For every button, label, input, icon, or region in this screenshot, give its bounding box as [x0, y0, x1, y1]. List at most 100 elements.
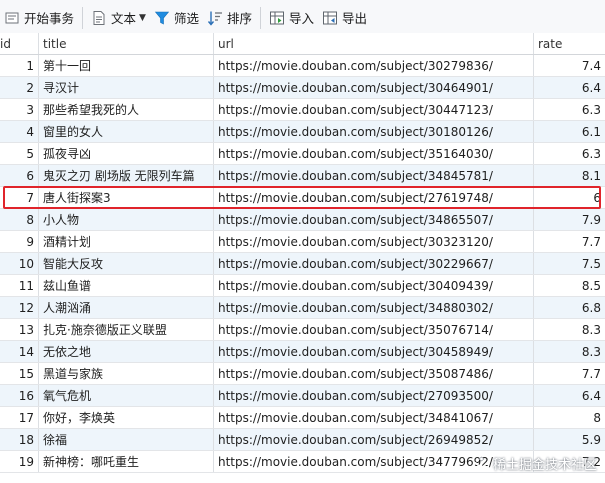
id-cell[interactable]: 11: [0, 275, 39, 296]
title-cell[interactable]: 兹山鱼谱: [39, 275, 214, 296]
table-row[interactable]: 5 孤夜寻凶 https://movie.douban.com/subject/35…: [0, 143, 605, 165]
title-cell[interactable]: 唐人街探案3: [39, 187, 214, 208]
id-cell[interactable]: 8: [0, 209, 39, 230]
rate-cell[interactable]: 6.3: [534, 99, 605, 120]
title-cell[interactable]: 徐福: [39, 429, 214, 450]
table-row[interactable]: 3 那些希望我死的人 https://movie.douban.com/subjec…: [0, 99, 605, 121]
table-row[interactable]: 6 鬼灭之刃 剧场版 无限列车篇 https://movie.douban.com/…: [0, 165, 605, 187]
rate-cell[interactable]: 8.1: [534, 165, 605, 186]
column-header-title[interactable]: title: [39, 33, 214, 54]
table-row[interactable]: 1 第十一回 https://movie.douban.com/subject/30…: [0, 55, 605, 77]
url-cell[interactable]: https://movie.douban.com/subject/2694985…: [214, 429, 534, 450]
title-cell[interactable]: 你好，李焕英: [39, 407, 214, 428]
rate-cell[interactable]: 5.9: [534, 429, 605, 450]
title-cell[interactable]: 智能大反攻: [39, 253, 214, 274]
id-cell[interactable]: 18: [0, 429, 39, 450]
rate-cell[interactable]: 7.7: [534, 363, 605, 384]
id-cell[interactable]: 4: [0, 121, 39, 142]
table-row[interactable]: 2 寻汉计 https://movie.douban.com/subject/304…: [0, 77, 605, 99]
begin-transaction-button[interactable]: 开始事务: [0, 5, 78, 31]
table-row[interactable]: 13 扎克·施奈德版正义联盟 https://movie.douban.com/su…: [0, 319, 605, 341]
url-cell[interactable]: https://movie.douban.com/subject/3027983…: [214, 55, 534, 76]
url-cell[interactable]: https://movie.douban.com/subject/3484578…: [214, 165, 534, 186]
title-cell[interactable]: 无依之地: [39, 341, 214, 362]
url-cell[interactable]: https://movie.douban.com/subject/3484106…: [214, 407, 534, 428]
id-cell[interactable]: 3: [0, 99, 39, 120]
title-cell[interactable]: 氧气危机: [39, 385, 214, 406]
filter-button[interactable]: 筛选: [150, 5, 203, 31]
rate-cell[interactable]: 7.4: [534, 55, 605, 76]
id-cell[interactable]: 6: [0, 165, 39, 186]
table-row[interactable]: 11 兹山鱼谱 https://movie.douban.com/subject/3…: [0, 275, 605, 297]
sort-button[interactable]: 排序: [203, 5, 256, 31]
id-cell[interactable]: 15: [0, 363, 39, 384]
table-row[interactable]: 10 智能大反攻 https://movie.douban.com/subject/…: [0, 253, 605, 275]
id-cell[interactable]: 19: [0, 451, 39, 472]
url-cell[interactable]: https://movie.douban.com/subject/3507671…: [214, 319, 534, 340]
title-cell[interactable]: 扎克·施奈德版正义联盟: [39, 319, 214, 340]
text-button[interactable]: 文本 ▼: [87, 5, 150, 31]
id-cell[interactable]: 2: [0, 77, 39, 98]
title-cell[interactable]: 小人物: [39, 209, 214, 230]
title-cell[interactable]: 人潮汹涌: [39, 297, 214, 318]
rate-cell[interactable]: 8.5: [534, 275, 605, 296]
rate-cell[interactable]: 6.4: [534, 385, 605, 406]
url-cell[interactable]: https://movie.douban.com/subject/3040943…: [214, 275, 534, 296]
table-row[interactable]: 4 窗里的女人 https://movie.douban.com/subject/3…: [0, 121, 605, 143]
rate-cell[interactable]: 8: [534, 407, 605, 428]
rate-cell[interactable]: 7.9: [534, 209, 605, 230]
url-cell[interactable]: https://movie.douban.com/subject/3486550…: [214, 209, 534, 230]
rate-cell[interactable]: 8.3: [534, 341, 605, 362]
id-cell[interactable]: 5: [0, 143, 39, 164]
url-cell[interactable]: https://movie.douban.com/subject/3045894…: [214, 341, 534, 362]
table-row[interactable]: 8 小人物 https://movie.douban.com/subject/348…: [0, 209, 605, 231]
rate-cell[interactable]: 6.1: [534, 121, 605, 142]
table-row[interactable]: 12 人潮汹涌 https://movie.douban.com/subject/3…: [0, 297, 605, 319]
rate-cell[interactable]: 8.3: [534, 319, 605, 340]
url-cell[interactable]: https://movie.douban.com/subject/2709350…: [214, 385, 534, 406]
title-cell[interactable]: 窗里的女人: [39, 121, 214, 142]
id-cell[interactable]: 9: [0, 231, 39, 252]
title-cell[interactable]: 酒精计划: [39, 231, 214, 252]
id-cell[interactable]: 12: [0, 297, 39, 318]
table-row[interactable]: 9 酒精计划 https://movie.douban.com/subject/30…: [0, 231, 605, 253]
url-cell[interactable]: https://movie.douban.com/subject/3018012…: [214, 121, 534, 142]
url-cell[interactable]: https://movie.douban.com/subject/3488030…: [214, 297, 534, 318]
id-cell[interactable]: 14: [0, 341, 39, 362]
export-button[interactable]: 导出: [318, 5, 371, 31]
url-cell[interactable]: https://movie.douban.com/subject/3046490…: [214, 77, 534, 98]
id-cell[interactable]: 7: [0, 187, 39, 208]
url-cell[interactable]: https://movie.douban.com/subject/3022966…: [214, 253, 534, 274]
title-cell[interactable]: 孤夜寻凶: [39, 143, 214, 164]
rate-cell[interactable]: 7.5: [534, 253, 605, 274]
url-cell[interactable]: https://movie.douban.com/subject/3508748…: [214, 363, 534, 384]
title-cell[interactable]: 寻汉计: [39, 77, 214, 98]
title-cell[interactable]: 鬼灭之刃 剧场版 无限列车篇: [39, 165, 214, 186]
id-cell[interactable]: 10: [0, 253, 39, 274]
chevron-down-icon[interactable]: ▼: [139, 13, 146, 23]
table-row[interactable]: 17 你好，李焕英 https://movie.douban.com/subject…: [0, 407, 605, 429]
rate-cell[interactable]: 7.7: [534, 231, 605, 252]
rate-cell[interactable]: 6.8: [534, 297, 605, 318]
column-header-url[interactable]: url: [214, 33, 534, 54]
rate-cell[interactable]: 6.3: [534, 143, 605, 164]
url-cell[interactable]: https://movie.douban.com/subject/2761974…: [214, 187, 534, 208]
rate-cell[interactable]: 6.4: [534, 77, 605, 98]
table-row[interactable]: 15 黑道与家族 https://movie.douban.com/subject/…: [0, 363, 605, 385]
table-row[interactable]: 16 氧气危机 https://movie.douban.com/subject/2…: [0, 385, 605, 407]
table-row[interactable]: 18 徐福 https://movie.douban.com/subject/269…: [0, 429, 605, 451]
title-cell[interactable]: 那些希望我死的人: [39, 99, 214, 120]
id-cell[interactable]: 17: [0, 407, 39, 428]
column-header-id[interactable]: id: [0, 33, 39, 54]
id-cell[interactable]: 16: [0, 385, 39, 406]
title-cell[interactable]: 第十一回: [39, 55, 214, 76]
title-cell[interactable]: 新神榜：哪吒重生: [39, 451, 214, 472]
url-cell[interactable]: https://movie.douban.com/subject/3044712…: [214, 99, 534, 120]
table-row[interactable]: 14 无依之地 https://movie.douban.com/subject/3…: [0, 341, 605, 363]
url-cell[interactable]: https://movie.douban.com/subject/3516403…: [214, 143, 534, 164]
column-header-rate[interactable]: rate: [534, 33, 605, 54]
url-cell[interactable]: https://movie.douban.com/subject/3032312…: [214, 231, 534, 252]
rate-cell[interactable]: 6: [534, 187, 605, 208]
id-cell[interactable]: 1: [0, 55, 39, 76]
table-row[interactable]: 7 唐人街探案3 https://movie.douban.com/subject/…: [0, 187, 605, 209]
